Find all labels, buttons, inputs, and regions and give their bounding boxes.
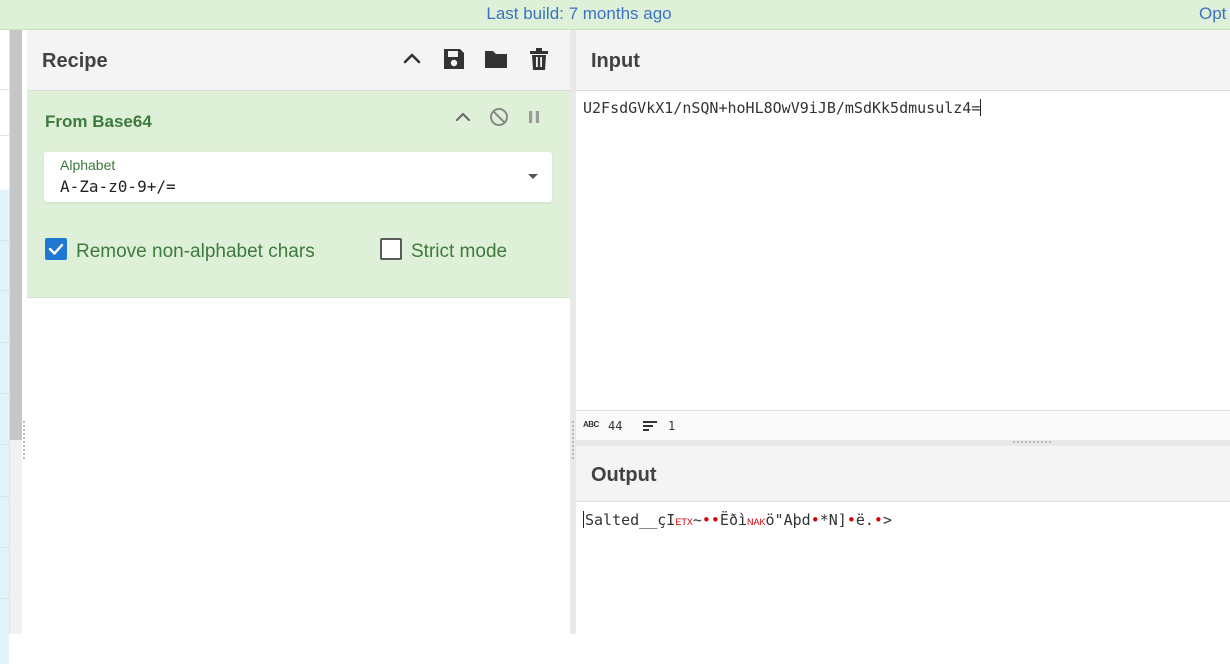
output-text-segment: *N] (819, 511, 847, 529)
output-panel: Output Salted__çIETX~••ËðìNAKö"Aþd•*N]•ë… (576, 446, 1230, 634)
operations-divider (0, 342, 9, 343)
top-banner: Last build: 7 months ago Opt (0, 0, 1230, 30)
resize-handle[interactable] (1012, 441, 1052, 443)
unprintable-char-marker: • (810, 511, 820, 529)
operations-list[interactable] (0, 30, 10, 664)
operations-category-area (0, 190, 9, 664)
operations-divider (0, 89, 9, 90)
output-text-segment: ö"Aþd (765, 511, 811, 529)
strict-mode-label[interactable]: Strict mode (411, 241, 507, 263)
trash-icon[interactable] (526, 46, 552, 72)
remove-non-alphabet-checkbox[interactable] (45, 238, 67, 260)
input-textarea[interactable]: U2FsdGVkX1/nSQN+hoHL8OwV9iJB/mSdKk5dmusu… (583, 99, 982, 117)
resize-handle[interactable] (572, 420, 574, 460)
output-text-segment: Ëðì (719, 511, 748, 529)
output-header: Output (576, 446, 1230, 502)
text-cursor (583, 511, 584, 528)
recipe-title: Recipe (42, 50, 108, 72)
input-panel: Input U2FsdGVkX1/nSQN+hoHL8OwV9iJB/mSdKk… (576, 30, 1230, 440)
text-cursor (980, 99, 982, 116)
folder-icon[interactable] (483, 46, 509, 72)
input-header: Input (576, 30, 1230, 91)
operation-from-base64[interactable]: From Base64 Alphabet A-Za-z0-9+/= Remove… (27, 91, 570, 298)
alphabet-value: A-Za-z0-9+/= (60, 177, 176, 196)
strict-mode-checkbox[interactable] (380, 238, 402, 260)
operations-divider (0, 598, 9, 599)
line-count-icon (643, 421, 657, 431)
pause-icon[interactable] (523, 106, 545, 128)
alphabet-select[interactable]: Alphabet A-Za-z0-9+/= (44, 152, 552, 202)
operations-divider (0, 290, 9, 291)
control-char-marker: ETX (675, 517, 693, 527)
operations-divider (0, 547, 9, 548)
input-status-bar: ABC 44 1 (576, 410, 1230, 440)
column-resize-handle[interactable] (23, 420, 25, 460)
character-count-icon: ABC (583, 420, 599, 429)
control-char-marker: NAK (747, 517, 766, 527)
output-title: Output (591, 464, 657, 486)
options-link[interactable]: Opt (1199, 4, 1226, 24)
input-title: Input (591, 50, 640, 72)
operations-divider (0, 496, 9, 497)
line-count: 1 (668, 419, 676, 433)
alphabet-label: Alphabet (60, 157, 116, 173)
operations-scrollbar-track[interactable] (10, 440, 22, 634)
output-value: Salted__çIETX~••ËðìNAKö"Aþd•*N]•ë.•> (585, 511, 892, 529)
chevron-up-icon[interactable] (452, 106, 474, 128)
operations-scrollbar-thumb[interactable] (10, 30, 22, 440)
operations-divider (0, 240, 9, 241)
unprintable-char-marker: •• (701, 511, 720, 529)
unprintable-char-marker: • (846, 511, 856, 529)
recipe-header: Recipe (27, 30, 570, 91)
output-textarea[interactable]: Salted__çIETX~••ËðìNAKö"Aþd•*N]•ë.•> (583, 511, 892, 529)
dropdown-caret-icon (528, 174, 538, 179)
output-text-segment: ë. (855, 511, 874, 529)
remove-non-alphabet-label[interactable]: Remove non-alphabet chars (76, 241, 315, 263)
operations-divider (0, 393, 9, 394)
operations-divider (0, 444, 9, 445)
disable-icon[interactable] (488, 106, 510, 128)
input-value: U2FsdGVkX1/nSQN+hoHL8OwV9iJB/mSdKk5dmusu… (583, 99, 981, 117)
unprintable-char-marker: • (873, 511, 883, 529)
chevron-up-icon[interactable] (399, 46, 425, 72)
output-text-segment: > (882, 511, 892, 529)
character-count: 44 (608, 419, 623, 433)
save-icon[interactable] (441, 46, 467, 72)
output-text-segment: Salted__çI (585, 511, 676, 529)
operation-title: From Base64 (45, 112, 152, 131)
recipe-panel: Recipe From Base64 Alphabet A-Za-z0-9+/= (27, 30, 570, 634)
operations-divider (0, 135, 9, 136)
output-text-segment: ~ (692, 511, 702, 529)
last-build-link[interactable]: Last build: 7 months ago (0, 4, 1158, 24)
